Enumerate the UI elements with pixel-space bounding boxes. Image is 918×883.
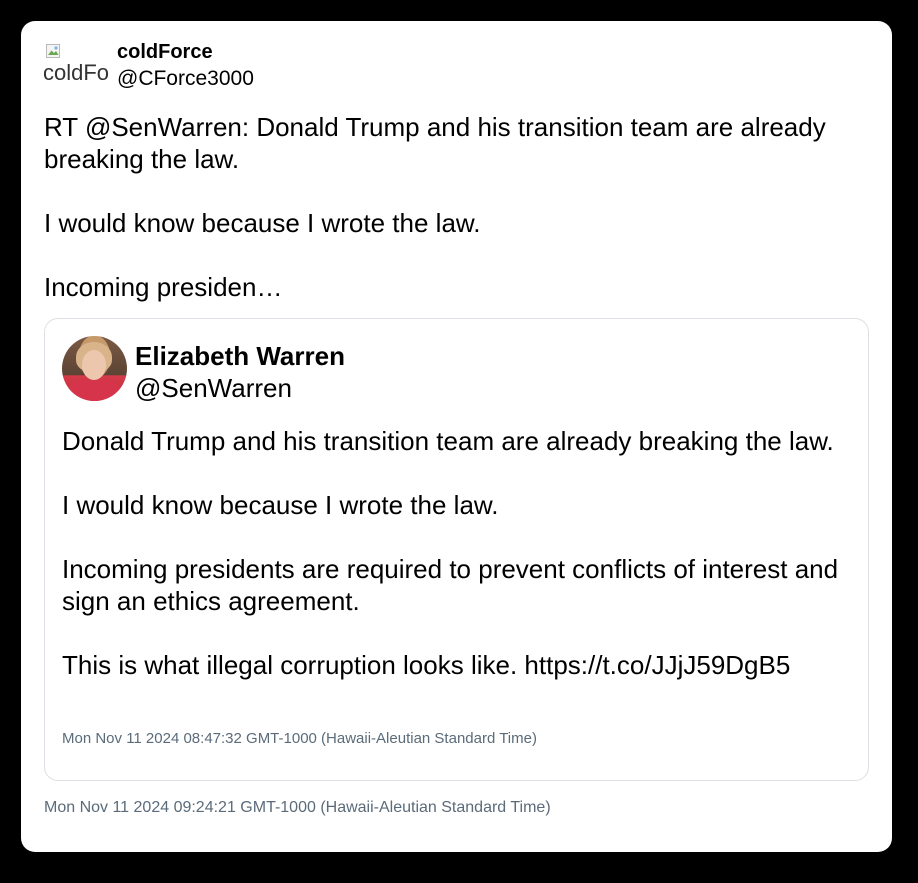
tweet-card: coldForce coldForce @CForce3000 RT @SenW… [21, 21, 892, 852]
quoted-text-paragraph: I would know because I wrote the law. [62, 490, 499, 520]
broken-image-icon [46, 44, 60, 58]
avatar-alt-text: coldForce [44, 60, 108, 85]
quoted-tweet-text: Donald Trump and his transition team are… [62, 425, 852, 681]
quoted-user-name[interactable]: Elizabeth Warren [135, 341, 345, 372]
tweet-text-paragraph: I would know because I wrote the law. [44, 208, 481, 238]
avatar-face [82, 350, 106, 380]
quoted-tweet[interactable]: Elizabeth Warren @SenWarren Donald Trump… [44, 318, 869, 781]
quoted-tweet-timestamp[interactable]: Mon Nov 11 2024 08:47:32 GMT-1000 (Hawai… [62, 730, 537, 747]
quoted-text-paragraph: This is what illegal corruption looks li… [62, 650, 791, 680]
tweet-text-paragraph: Incoming presiden… [44, 272, 283, 302]
quoted-user-avatar[interactable] [62, 336, 127, 401]
quoted-text-paragraph: Donald Trump and his transition team are… [62, 426, 834, 456]
quoted-user-handle[interactable]: @SenWarren [135, 373, 292, 404]
quoted-text-paragraph: Incoming presidents are required to prev… [62, 554, 839, 616]
avatar-shirt [66, 380, 123, 401]
user-handle[interactable]: @CForce3000 [117, 67, 254, 91]
tweet-text-paragraph: RT @SenWarren: Donald Trump and his tran… [44, 112, 826, 174]
user-name[interactable]: coldForce [117, 41, 213, 64]
user-avatar[interactable]: coldForce [44, 41, 108, 85]
tweet-text: RT @SenWarren: Donald Trump and his tran… [44, 111, 864, 303]
tweet-timestamp[interactable]: Mon Nov 11 2024 09:24:21 GMT-1000 (Hawai… [44, 799, 551, 817]
